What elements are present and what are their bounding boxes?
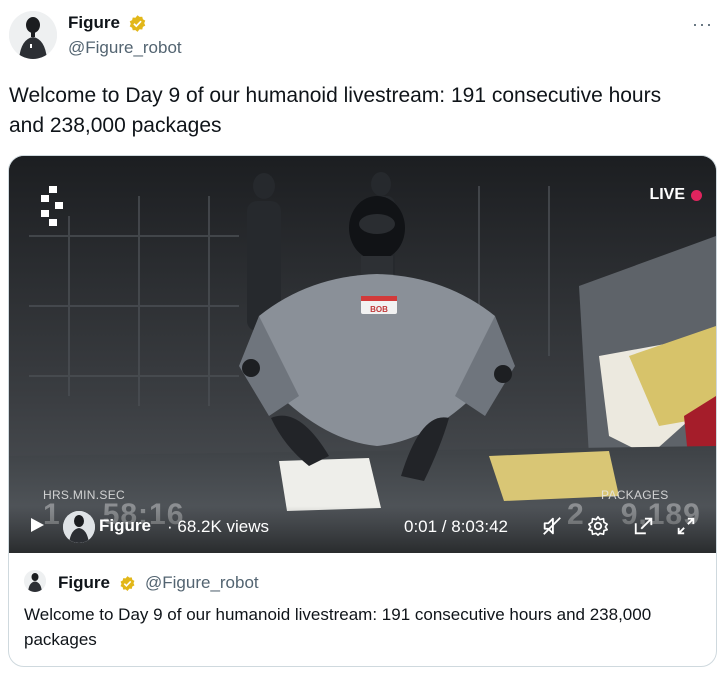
settings-icon[interactable] xyxy=(587,515,609,537)
verified-badge-icon[interactable] xyxy=(128,14,147,33)
quote-author-name[interactable]: Figure xyxy=(58,573,110,593)
robot-avatar-icon xyxy=(24,570,46,592)
channel-name[interactable]: Figure xyxy=(99,516,151,536)
author-handle[interactable]: @Figure_robot xyxy=(68,38,182,58)
author-avatar[interactable] xyxy=(9,11,57,59)
figure-logo-icon xyxy=(41,186,63,226)
quote-author-avatar[interactable] xyxy=(24,570,46,592)
fullscreen-icon[interactable] xyxy=(675,515,697,537)
quote-author-handle[interactable]: @Figure_robot xyxy=(145,573,259,593)
verified-badge-icon[interactable] xyxy=(119,575,136,592)
pip-icon[interactable] xyxy=(633,515,655,537)
quote-text: Welcome to Day 9 of our humanoid livestr… xyxy=(24,605,652,649)
mute-icon[interactable] xyxy=(541,515,563,537)
live-dot-icon xyxy=(691,189,702,201)
media-card[interactable]: BOB LIVE HRS.MIN.SEC 158:16 PACKAGES 29,… xyxy=(8,155,717,667)
video-time: 0:01 / 8:03:42 xyxy=(404,517,508,536)
author-name[interactable]: Figure xyxy=(68,13,120,33)
more-options-icon[interactable]: ··· xyxy=(692,14,713,35)
play-icon[interactable] xyxy=(29,517,45,533)
channel-avatar[interactable] xyxy=(63,511,95,543)
robot-name-badge: BOB xyxy=(370,305,388,314)
video-player[interactable]: BOB LIVE HRS.MIN.SEC 158:16 PACKAGES 29,… xyxy=(9,156,716,553)
live-indicator: LIVE xyxy=(649,186,702,204)
view-count: · 68.2K views xyxy=(167,517,270,536)
robot-avatar-icon xyxy=(9,11,57,59)
robot-avatar-icon xyxy=(63,511,95,543)
tweet-text: Welcome to Day 9 of our humanoid livestr… xyxy=(9,84,662,137)
live-label: LIVE xyxy=(649,186,685,203)
